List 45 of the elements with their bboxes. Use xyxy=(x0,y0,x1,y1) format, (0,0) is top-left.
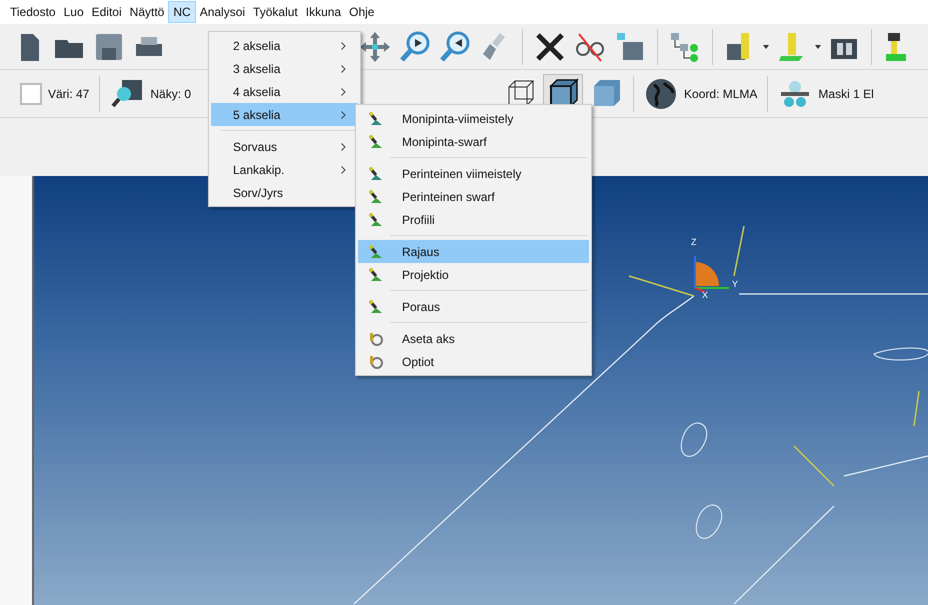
visibility-label: Näky: 0 xyxy=(150,86,192,102)
color-label: Väri: 47 xyxy=(48,86,90,102)
axis-label: Z xyxy=(691,236,696,249)
menu-item[interactable]: 4 akselia xyxy=(211,80,358,103)
menu-bar-item[interactable]: Analysoi xyxy=(196,1,250,23)
tool-path-icon xyxy=(368,212,384,228)
menu-bar-item[interactable]: Tiedosto xyxy=(6,1,60,23)
menu-bar-item[interactable]: NC xyxy=(168,1,196,23)
tool-path-icon xyxy=(368,298,384,314)
menu-bar-item[interactable]: Ohje xyxy=(345,1,378,23)
menu-item[interactable]: Optiot xyxy=(358,350,589,373)
color-swatch[interactable] xyxy=(20,82,42,104)
axis-label: Y xyxy=(732,278,738,291)
tool-path-icon xyxy=(368,244,384,260)
zoom-icon[interactable] xyxy=(438,30,472,64)
menu-item[interactable]: 3 akselia xyxy=(211,57,358,80)
move-icon[interactable] xyxy=(358,30,392,64)
menu-bar-item[interactable]: Näyttö xyxy=(126,1,168,23)
menu-item[interactable]: Sorvaus xyxy=(211,135,358,158)
tool-path-icon xyxy=(368,266,384,282)
coordinate-label: Koord: MLMA xyxy=(684,86,758,102)
menu-item[interactable]: Monipinta-swarf xyxy=(358,130,589,153)
menu-bar-item[interactable]: Ikkuna xyxy=(302,1,346,23)
menu-item[interactable]: Poraus xyxy=(358,295,589,318)
menu-bar-item[interactable]: Työkalut xyxy=(249,1,302,23)
axis-label: X xyxy=(702,289,708,302)
tool-path-icon xyxy=(368,134,384,150)
menu-item[interactable]: Perinteinen swarf xyxy=(358,185,589,208)
menu-item[interactable]: Projektio xyxy=(358,263,589,286)
caret-icon[interactable] xyxy=(763,44,769,48)
mask-label: Maski 1 El xyxy=(818,86,874,102)
zoom-icon[interactable] xyxy=(398,30,432,64)
menu-item[interactable]: 2 akselia xyxy=(211,34,358,57)
tool-path-icon xyxy=(368,110,384,126)
menu-item[interactable]: Profiili xyxy=(358,208,589,231)
menu-item[interactable]: Rajaus xyxy=(358,240,589,263)
menu-bar-item[interactable]: Luo xyxy=(60,1,88,23)
tool-path-icon xyxy=(368,166,384,182)
menu-item[interactable]: Sorv/Jyrs xyxy=(211,181,358,204)
menu-item[interactable]: Monipinta-viimeistely xyxy=(358,107,589,130)
menu-item[interactable]: Aseta aks xyxy=(358,327,589,350)
caret-icon[interactable] xyxy=(815,44,821,48)
tool-path-icon xyxy=(368,188,384,204)
menu-item[interactable]: 5 akselia xyxy=(211,103,358,126)
menu-bar-item[interactable]: Editoi xyxy=(88,1,126,23)
